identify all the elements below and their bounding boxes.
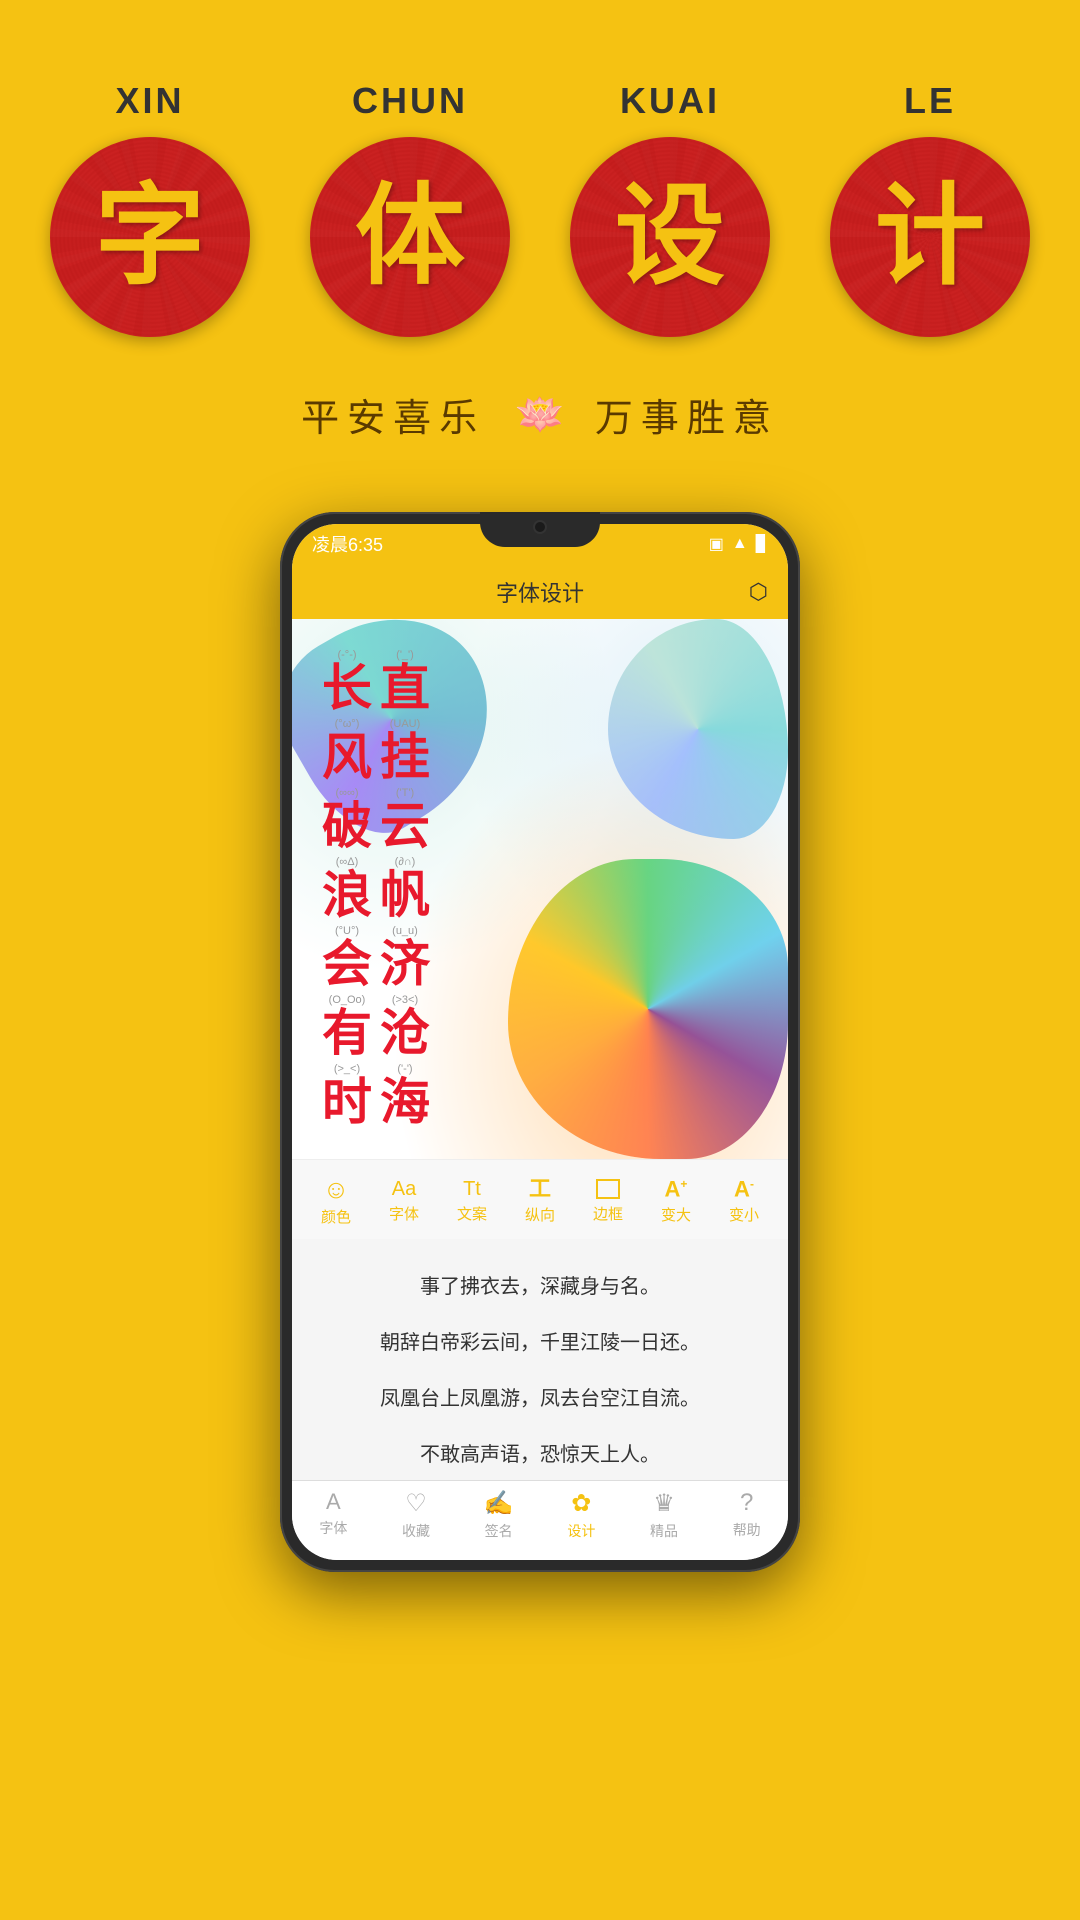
swirl-bottomright xyxy=(508,859,788,1159)
nav-help[interactable]: ? 帮助 xyxy=(705,1489,788,1548)
top-section: XIN 字 CHUN 体 KUAI 设 LE 计 xyxy=(0,0,1080,482)
char-she: 设 xyxy=(615,182,725,292)
char-circle-ti: 体 xyxy=(310,137,510,337)
font-label: 字体 xyxy=(389,1203,419,1224)
subtitle-row: 平安喜乐 🪷 万事胜意 xyxy=(301,387,779,442)
smaller-icon: A- xyxy=(734,1178,754,1200)
char-item-xin: XIN 字 xyxy=(50,80,250,337)
char-circle-zi: 字 xyxy=(50,137,250,337)
char-item-le: LE 计 xyxy=(830,80,1030,337)
nav-design[interactable]: ✿ 设计 xyxy=(540,1489,623,1548)
poem-list-item-3: 不敢高声语，恐惊天上人。 xyxy=(322,1427,758,1480)
toolbar-smaller[interactable]: A- 变小 xyxy=(729,1178,759,1225)
char-item-kuai: KUAI 设 xyxy=(570,80,770,337)
nav-favorite[interactable]: ♡ 收藏 xyxy=(375,1489,458,1548)
nav-favorite-label: 收藏 xyxy=(402,1521,430,1541)
nav-design-label: 设计 xyxy=(567,1521,595,1541)
nav-font-label: 字体 xyxy=(319,1518,347,1538)
poem-list-item-2: 凤凰台上凤凰游，凤去台空江自流。 xyxy=(322,1371,758,1427)
share-icon[interactable]: ⬡ xyxy=(749,579,768,605)
nav-help-label: 帮助 xyxy=(733,1520,761,1540)
status-icons: ▣ ▲ ▊ xyxy=(709,534,768,554)
phone-mockup: 凌晨6:35 ▣ ▲ ▊ 字体设计 ⬡ xyxy=(280,512,800,1572)
lotus-icon: 🪷 xyxy=(515,391,565,438)
border-icon xyxy=(596,1179,620,1199)
copy-tt-icon: Tt xyxy=(463,1179,481,1199)
nav-signature-icon: ✍ xyxy=(484,1489,514,1518)
char-item-chun: CHUN 体 xyxy=(310,80,510,337)
toolbar-copy[interactable]: Tt 文案 xyxy=(457,1179,487,1224)
char-ti: 体 xyxy=(355,182,465,292)
nav-premium[interactable]: ♛ 精品 xyxy=(623,1489,706,1548)
toolbar-vertical[interactable]: 工 纵向 xyxy=(525,1178,555,1225)
color-icon: ☺ xyxy=(323,1176,350,1202)
pinyin-chun: CHUN xyxy=(310,80,510,122)
nav-premium-icon: ♛ xyxy=(653,1489,675,1518)
camera-dot xyxy=(533,520,547,534)
smaller-label: 变小 xyxy=(729,1204,759,1225)
app-header: 字体设计 ⬡ xyxy=(292,564,788,619)
status-time: 凌晨6:35 xyxy=(312,531,383,557)
phone-screen: 凌晨6:35 ▣ ▲ ▊ 字体设计 ⬡ xyxy=(292,524,788,1560)
font-aa-icon: Aa xyxy=(392,1179,416,1199)
app-title: 字体设计 xyxy=(496,576,584,608)
color-label: 颜色 xyxy=(321,1206,351,1227)
poem-text-area: (-°-) 长 (°ω°) 风 (∞∞) 破 xyxy=(322,649,430,1132)
battery-icon: ▊ xyxy=(756,534,768,554)
toolbar-bigger[interactable]: A+ 变大 xyxy=(661,1178,691,1225)
subtitle-left: 平安喜乐 xyxy=(301,387,485,442)
nav-favorite-icon: ♡ xyxy=(405,1489,427,1518)
bigger-icon: A+ xyxy=(665,1178,688,1200)
toolbar-font[interactable]: Aa 字体 xyxy=(389,1179,419,1224)
poem-list-area: 事了拂衣去，深藏身与名。 朝辞白帝彩云间，千里江陵一日还。 凤凰台上凤凰游，凤去… xyxy=(292,1239,788,1480)
vertical-icon: 工 xyxy=(529,1178,551,1200)
nav-design-icon: ✿ xyxy=(571,1489,591,1518)
nav-font-icon: A xyxy=(326,1489,341,1515)
poem-list-item-0: 事了拂衣去，深藏身与名。 xyxy=(322,1259,758,1315)
nav-font[interactable]: A 字体 xyxy=(292,1489,375,1548)
phone-container: 凌晨6:35 ▣ ▲ ▊ 字体设计 ⬡ xyxy=(0,512,1080,1572)
pinyin-le: LE xyxy=(830,80,1030,122)
nav-signature[interactable]: ✍ 签名 xyxy=(457,1489,540,1548)
pinyin-xin: XIN xyxy=(50,80,250,122)
char-circle-she: 设 xyxy=(570,137,770,337)
pinyin-row: XIN 字 CHUN 体 KUAI 设 LE 计 xyxy=(50,80,1030,337)
vertical-label: 纵向 xyxy=(525,1204,555,1225)
toolbar-color[interactable]: ☺ 颜色 xyxy=(321,1176,351,1227)
bigger-label: 变大 xyxy=(661,1204,691,1225)
phone-notch xyxy=(480,512,600,547)
toolbar-border[interactable]: 边框 xyxy=(593,1179,623,1224)
copy-label: 文案 xyxy=(457,1203,487,1224)
signal-icon: ▣ xyxy=(709,534,724,554)
char-ji: 计 xyxy=(875,182,985,292)
border-label: 边框 xyxy=(593,1203,623,1224)
subtitle-right: 万事胜意 xyxy=(595,387,779,442)
char-circle-ji: 计 xyxy=(830,137,1030,337)
nav-help-icon: ? xyxy=(740,1489,753,1517)
poem-image-area: (-°-) 长 (°ω°) 风 (∞∞) 破 xyxy=(292,619,788,1159)
wifi-icon: ▲ xyxy=(732,535,748,553)
poem-list-item-1: 朝辞白帝彩云间，千里江陵一日还。 xyxy=(322,1315,758,1371)
nav-premium-label: 精品 xyxy=(650,1521,678,1541)
char-zi: 字 xyxy=(95,182,205,292)
bottom-nav: A 字体 ♡ 收藏 ✍ 签名 ✿ 设计 ♛ 精品 xyxy=(292,1480,788,1560)
toolbar: ☺ 颜色 Aa 字体 Tt 文案 工 纵向 xyxy=(292,1159,788,1239)
content-area: (-°-) 长 (°ω°) 风 (∞∞) 破 xyxy=(292,619,788,1480)
pinyin-kuai: KUAI xyxy=(570,80,770,122)
nav-signature-label: 签名 xyxy=(485,1521,513,1541)
